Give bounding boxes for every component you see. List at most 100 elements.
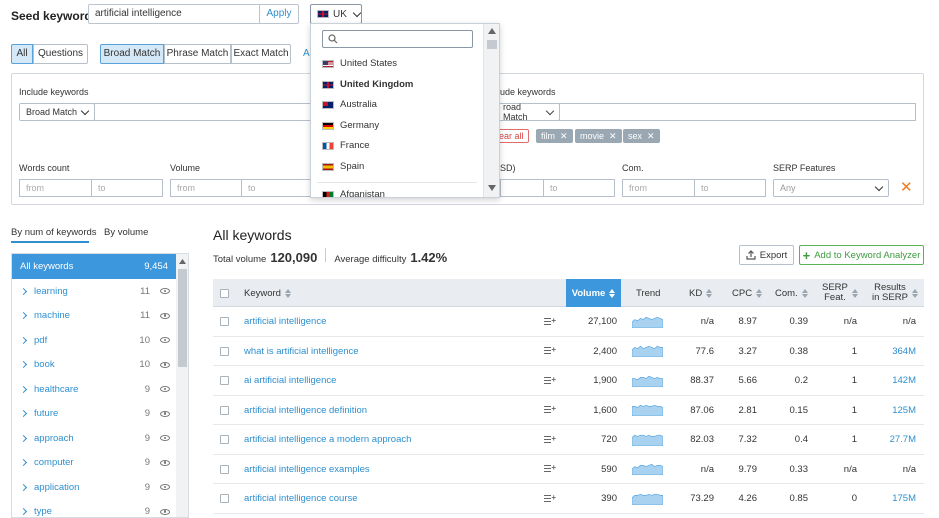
results-in-serp-cell[interactable]: 27.7M (868, 425, 916, 454)
group-item[interactable]: book 10 (12, 353, 176, 378)
row-checkbox-cell[interactable] (220, 455, 229, 484)
add-to-list-icon[interactable] (544, 396, 556, 425)
groups-scrollbar[interactable] (176, 254, 188, 517)
results-in-serp-cell[interactable]: 125M (868, 396, 916, 425)
keyword-link[interactable]: artificial intelligence a modern approac… (244, 425, 411, 454)
col-volume[interactable]: Volume (566, 279, 621, 307)
advanced-filters-link[interactable]: A (303, 48, 310, 59)
table-row[interactable]: what is artificial intelligence 2,400 77.6… (213, 337, 924, 366)
group-item[interactable]: machine 11 (12, 304, 176, 329)
com-to-input[interactable]: to (694, 179, 766, 197)
eye-icon[interactable] (160, 410, 170, 417)
dropdown-scrollbar[interactable] (483, 24, 499, 197)
group-all-keywords[interactable]: All keywords 9,454 (12, 254, 176, 279)
cpc-from-input[interactable] (500, 179, 544, 197)
col-com[interactable]: Com. (775, 279, 808, 307)
exclude-tag[interactable]: sex ✕ (623, 129, 660, 143)
export-button[interactable]: Export (739, 245, 794, 265)
include-match-select[interactable]: Broad Match (19, 103, 95, 121)
volume-from-input[interactable]: from (170, 179, 242, 197)
serp-features-cell[interactable]: 1 (813, 366, 857, 395)
group-item[interactable]: type 9 (12, 500, 176, 517)
chevron-right-icon[interactable] (19, 361, 28, 369)
checkbox[interactable] (220, 464, 229, 474)
chevron-right-icon[interactable] (19, 459, 28, 467)
country-search-input[interactable] (322, 30, 473, 48)
checkbox[interactable] (220, 346, 229, 356)
reset-filters-icon[interactable]: ✕ (900, 178, 913, 196)
group-item[interactable]: future 9 (12, 402, 176, 427)
volume-to-input[interactable]: to (241, 179, 311, 197)
country-option[interactable]: Afganistan (322, 189, 385, 197)
country-option[interactable]: France (322, 140, 370, 151)
country-option-selected[interactable]: United Kingdom (322, 79, 413, 90)
tab-questions[interactable]: Questions (33, 44, 88, 64)
col-kd[interactable]: KD (689, 279, 713, 307)
results-in-serp-cell[interactable]: 142M (868, 366, 916, 395)
checkbox[interactable] (220, 288, 229, 298)
chevron-right-icon[interactable] (19, 385, 28, 393)
add-to-list-icon[interactable] (544, 455, 556, 484)
chevron-right-icon[interactable] (19, 410, 28, 418)
add-to-keyword-analyzer-button[interactable]: + Add to Keyword Analyzer (799, 245, 924, 265)
close-icon[interactable]: ✕ (560, 129, 568, 143)
serp-features-cell[interactable]: 1 (813, 337, 857, 366)
country-option[interactable]: United States (322, 58, 397, 69)
tab-exact-match[interactable]: Exact Match (231, 44, 291, 64)
tab-by-num-keywords[interactable]: By num of keywords (11, 227, 97, 238)
chevron-right-icon[interactable] (19, 312, 28, 320)
group-item[interactable]: computer 9 (12, 451, 176, 476)
eye-icon[interactable] (160, 484, 170, 491)
keyword-link[interactable]: ai artificial intelligence (244, 366, 336, 395)
checkbox[interactable] (220, 435, 229, 444)
table-row[interactable]: artificial intelligence 27,100 n/a 8.97 0.39… (213, 307, 924, 337)
add-to-list-icon[interactable] (544, 425, 556, 454)
serp-features-select[interactable]: Any (773, 179, 889, 197)
serp-features-cell[interactable]: 1 (813, 396, 857, 425)
table-row[interactable]: artificial intelligence definition 1,600 8… (213, 396, 924, 425)
checkbox[interactable] (220, 376, 229, 385)
results-in-serp-cell[interactable]: n/a (868, 307, 916, 336)
apply-button[interactable]: Apply (259, 4, 299, 24)
checkbox[interactable] (220, 405, 229, 415)
eye-icon[interactable] (160, 361, 170, 368)
row-checkbox-cell[interactable] (220, 484, 229, 513)
table-row[interactable]: artificial intelligence examples 590 n/a 9.… (213, 455, 924, 484)
serp-features-cell[interactable]: n/a (813, 307, 857, 336)
exclude-keywords-input[interactable] (559, 103, 916, 121)
checkbox[interactable] (220, 317, 229, 326)
cpc-to-input[interactable]: to (543, 179, 615, 197)
group-item[interactable]: application 9 (12, 475, 176, 500)
close-icon[interactable]: ✕ (609, 129, 617, 143)
group-item[interactable]: pdf 10 (12, 328, 176, 353)
tab-all[interactable]: All (11, 44, 33, 64)
group-item[interactable]: learning 11 (12, 279, 176, 304)
tab-broad-match[interactable]: Broad Match (100, 44, 164, 64)
row-checkbox-cell[interactable] (220, 396, 229, 425)
table-row[interactable]: artificial intelligence course 390 73.29 4.… (213, 484, 924, 514)
results-in-serp-cell[interactable]: 175M (868, 484, 916, 513)
row-checkbox-cell[interactable] (220, 307, 229, 336)
eye-icon[interactable] (160, 337, 170, 344)
words-count-from-input[interactable]: from (19, 179, 92, 197)
checkbox[interactable] (220, 494, 229, 503)
eye-icon[interactable] (160, 459, 170, 466)
serp-features-cell[interactable]: n/a (813, 455, 857, 484)
groups-scroll-thumb[interactable] (178, 269, 187, 367)
keyword-link[interactable]: artificial intelligence course (244, 484, 358, 513)
exclude-tag[interactable]: film ✕ (536, 129, 573, 143)
add-to-list-icon[interactable] (544, 307, 556, 336)
country-option[interactable]: Germany (322, 120, 379, 131)
group-item[interactable]: approach 9 (12, 426, 176, 451)
exclude-match-select[interactable]: road Match (490, 102, 560, 122)
col-serp-features[interactable]: SERP Feat. (822, 279, 858, 307)
row-checkbox-cell[interactable] (220, 366, 229, 395)
include-keywords-input[interactable] (94, 103, 314, 121)
country-option[interactable]: Australia (322, 99, 377, 110)
table-row[interactable]: ai artificial intelligence 1,900 88.37 5.66… (213, 366, 924, 396)
add-to-list-icon[interactable] (544, 366, 556, 395)
eye-icon[interactable] (160, 435, 170, 442)
seed-keyword-input[interactable]: artificial intelligence (88, 4, 260, 24)
close-icon[interactable]: ✕ (647, 129, 655, 143)
eye-icon[interactable] (160, 312, 170, 319)
